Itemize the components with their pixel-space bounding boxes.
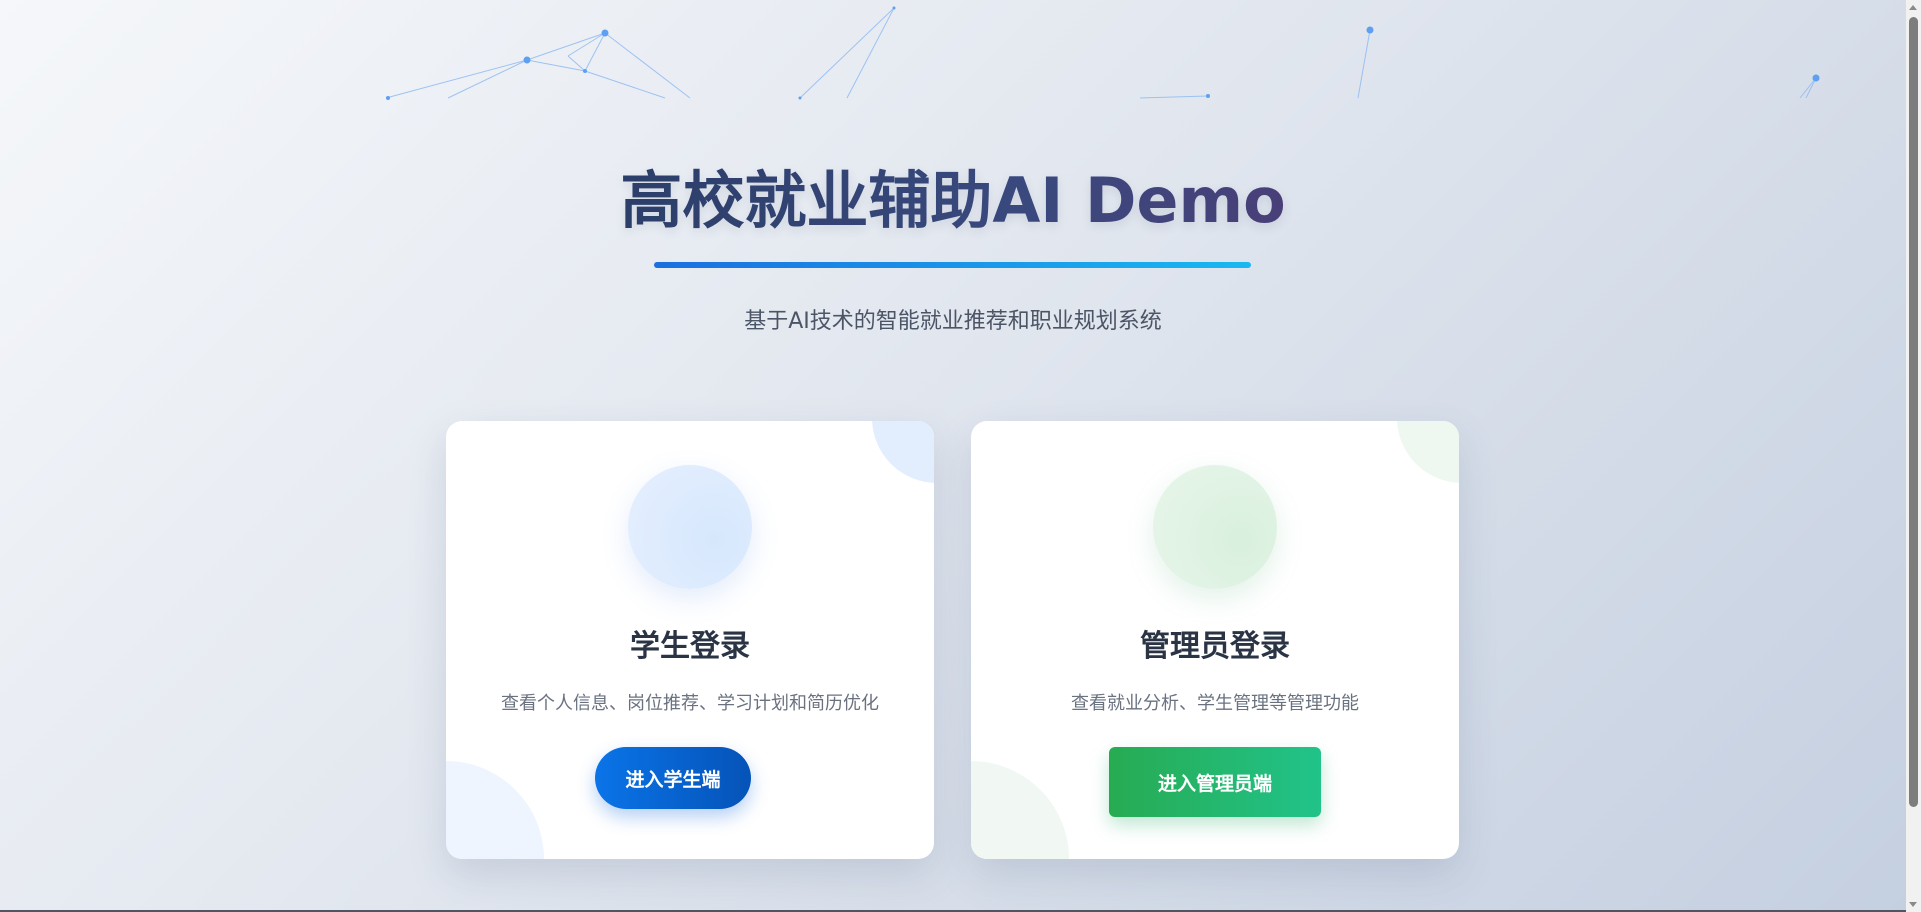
student-icon [628,465,752,589]
scroll-up-arrow-icon[interactable] [1909,5,1917,10]
student-login-card: 学生登录 查看个人信息、岗位推荐、学习计划和简历优化 进入学生端 [446,421,934,859]
page-title-text: 高校就业辅助AI Demo [620,164,1286,237]
card-decoration-circle [872,421,934,483]
scroll-down-arrow-icon[interactable] [1909,902,1917,907]
scrollbar-thumb[interactable] [1909,17,1918,807]
page-title: 高校就业辅助AI Demo [0,170,1906,232]
admin-card-title: 管理员登录 [1140,629,1290,664]
card-decoration-circle [446,761,544,859]
admin-login-card: 管理员登录 查看就业分析、学生管理等管理功能 进入管理员端 [971,421,1459,859]
student-card-description: 查看个人信息、岗位推荐、学习计划和简历优化 [501,693,879,714]
title-underline [654,262,1251,268]
enter-admin-button[interactable]: 进入管理员端 [1109,747,1321,817]
network-background-decoration [385,6,1820,100]
card-decoration-circle [1397,421,1459,483]
admin-icon [1153,465,1277,589]
enter-student-button[interactable]: 进入学生端 [595,747,751,809]
vertical-scrollbar[interactable] [1906,0,1921,912]
student-card-title: 学生登录 [630,629,750,664]
card-decoration-circle [971,761,1069,859]
admin-card-description: 查看就业分析、学生管理等管理功能 [1071,693,1359,714]
page-subtitle: 基于AI技术的智能就业推荐和职业规划系统 [744,309,1162,334]
